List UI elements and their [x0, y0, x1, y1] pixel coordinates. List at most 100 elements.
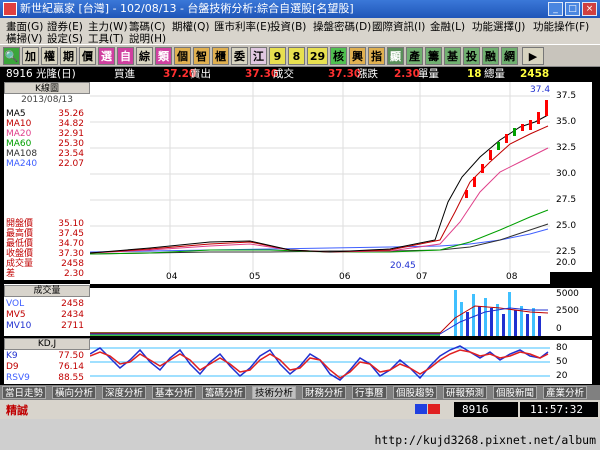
status-indicator-red	[428, 404, 440, 414]
toolbar-btn-24[interactable]: 投	[463, 47, 480, 65]
toolbar-btn-20[interactable]: 顯	[387, 47, 404, 65]
menu-intl-info[interactable]: 國際資訊(I)	[372, 19, 425, 34]
toolbar-btn-25[interactable]: 融	[482, 47, 499, 65]
minimize-button[interactable]: _	[548, 2, 563, 16]
price-tick: 27.5	[556, 195, 577, 205]
toolbar-btn-17[interactable]: 核	[330, 47, 347, 65]
total-label: 總量	[484, 68, 505, 80]
tab-stock-trend[interactable]: 個股趨勢	[393, 386, 438, 399]
ma5-row: MA5 35.26	[6, 109, 84, 119]
menu-invest[interactable]: 投資(B)	[270, 19, 306, 34]
menu-bar: 畫面(G) 證券(E) 主力(W) 籌碼(C) 期權(Q) 匯市利率(E) 投資…	[0, 18, 600, 45]
toolbar: 🔍 加 權 期 價 選 自 綜 類 個 智 櫃 委 江 9 8 29 核 興 指…	[0, 44, 600, 67]
volume-bar	[472, 294, 475, 336]
search-icon[interactable]: 🔍	[3, 47, 20, 65]
total-value: 2458	[520, 68, 550, 80]
toolbar-btn-1[interactable]: 加	[22, 47, 39, 65]
toolbar-btn-16[interactable]: 29	[307, 47, 328, 65]
toolbar-btn-19[interactable]: 指	[368, 47, 385, 65]
tab-research[interactable]: 研報預測	[443, 386, 488, 399]
candle	[489, 150, 492, 160]
toolbar-btn-13[interactable]: 江	[250, 47, 267, 65]
price-tick: 32.5	[556, 143, 577, 153]
tab-calendar[interactable]: 行事曆	[352, 386, 387, 399]
volume-bar	[538, 316, 541, 336]
menu-finance[interactable]: 金融(L)	[430, 19, 465, 34]
volume-bar	[502, 314, 505, 336]
maximize-button[interactable]: □	[565, 2, 580, 16]
high-price-row: 最高價 37.45	[6, 229, 84, 239]
candle	[481, 164, 484, 173]
tab-intraday[interactable]: 當日走勢	[2, 386, 47, 399]
volume-bar	[478, 306, 481, 336]
price-chart[interactable]: 37.45 20.45	[90, 82, 550, 272]
toolbar-btn-7[interactable]: 綜	[136, 47, 153, 65]
k-line-date: 2013/08/13	[21, 95, 73, 105]
candle	[521, 124, 524, 131]
title-bar: 新世紀贏家 [台灣] - 102/08/13 - 台盤技術分析:綜合自選股[名望…	[0, 0, 600, 18]
sell-label: 賣出	[190, 68, 211, 80]
price-tick: 20.0	[556, 258, 577, 268]
toolbar-btn-14[interactable]: 9	[269, 47, 286, 65]
menu-options[interactable]: 期權(Q)	[172, 19, 209, 34]
toolbar-btn-22[interactable]: 籌	[425, 47, 442, 65]
status-clock: 11:57:32	[520, 402, 598, 417]
volume-bar	[454, 290, 457, 336]
menu-function-select[interactable]: 功能選擇(J)	[472, 19, 525, 34]
tab-stock-news[interactable]: 個股新聞	[493, 386, 538, 399]
toolbar-btn-11[interactable]: 櫃	[212, 47, 229, 65]
toolbar-btn-21[interactable]: 產	[406, 47, 423, 65]
toolbar-btn-8[interactable]: 類	[155, 47, 172, 65]
k-line	[90, 345, 549, 381]
toolbar-btn-5[interactable]: 選	[98, 47, 115, 65]
toolbar-next-icon[interactable]: ▶	[522, 47, 544, 65]
ma60-row: MA60 25.30	[6, 139, 84, 149]
tab-industry[interactable]: 產業分析	[543, 386, 588, 399]
window-title: 新世紀贏家 [台灣] - 102/08/13 - 台盤技術分析:綜合自選股[名望…	[20, 2, 354, 15]
toolbar-btn-23[interactable]: 基	[444, 47, 461, 65]
volume-chart[interactable]	[90, 288, 550, 336]
kd-tick: 80	[556, 343, 568, 353]
menu-fx-rate[interactable]: 匯市利率(E)	[214, 19, 271, 34]
toolbar-btn-15[interactable]: 8	[288, 47, 305, 65]
menu-function-operate[interactable]: 功能操作(F)	[533, 19, 589, 34]
ma5-line	[90, 114, 549, 254]
kd-chart[interactable]	[90, 340, 550, 384]
status-brand: 精誠	[6, 404, 28, 417]
menu-trade-code[interactable]: 操盤密碼(D)	[313, 19, 371, 34]
high-price-label: 37.45	[530, 85, 550, 95]
volume-row: 成交量 2458	[6, 259, 84, 269]
toolbar-btn-9[interactable]: 個	[174, 47, 191, 65]
volume-bars	[90, 290, 541, 336]
toolbar-btn-3[interactable]: 期	[60, 47, 77, 65]
volume-bar	[466, 312, 469, 336]
close-button[interactable]: ×	[582, 2, 597, 16]
toolbar-btn-10[interactable]: 智	[193, 47, 210, 65]
stock-name[interactable]: 8916 光隆(日)	[6, 67, 76, 81]
single-value: 18	[467, 68, 482, 80]
month-tick: 06	[339, 272, 351, 282]
toolbar-btn-26[interactable]: 網	[501, 47, 518, 65]
tab-chips[interactable]: 籌碼分析	[202, 386, 247, 399]
diff-row: 差 2.30	[6, 269, 84, 279]
toolbar-btn-12[interactable]: 委	[231, 47, 248, 65]
tab-financial[interactable]: 財務分析	[302, 386, 347, 399]
tab-depth[interactable]: 深度分析	[102, 386, 147, 399]
price-tick: 35.0	[556, 117, 577, 127]
toolbar-btn-18[interactable]: 興	[349, 47, 366, 65]
tab-technical[interactable]: 技術分析	[252, 386, 297, 399]
price-tick: 30.0	[556, 169, 577, 179]
single-label: 單量	[418, 68, 439, 80]
vol-row: VOL 2458	[6, 299, 84, 309]
volume-bar	[514, 310, 517, 336]
status-stock-code[interactable]: 8916	[454, 402, 518, 417]
change-label: 漲跌	[357, 68, 378, 80]
d-line	[90, 349, 549, 379]
toolbar-btn-2[interactable]: 權	[41, 47, 58, 65]
watermark-url: http://kujd3268.pixnet.net/album	[374, 433, 596, 447]
tab-horizontal[interactable]: 橫向分析	[52, 386, 97, 399]
tab-fundamental[interactable]: 基本分析	[152, 386, 197, 399]
toolbar-btn-6[interactable]: 自	[117, 47, 134, 65]
volume-title: 成交量	[4, 285, 90, 297]
toolbar-btn-4[interactable]: 價	[79, 47, 96, 65]
